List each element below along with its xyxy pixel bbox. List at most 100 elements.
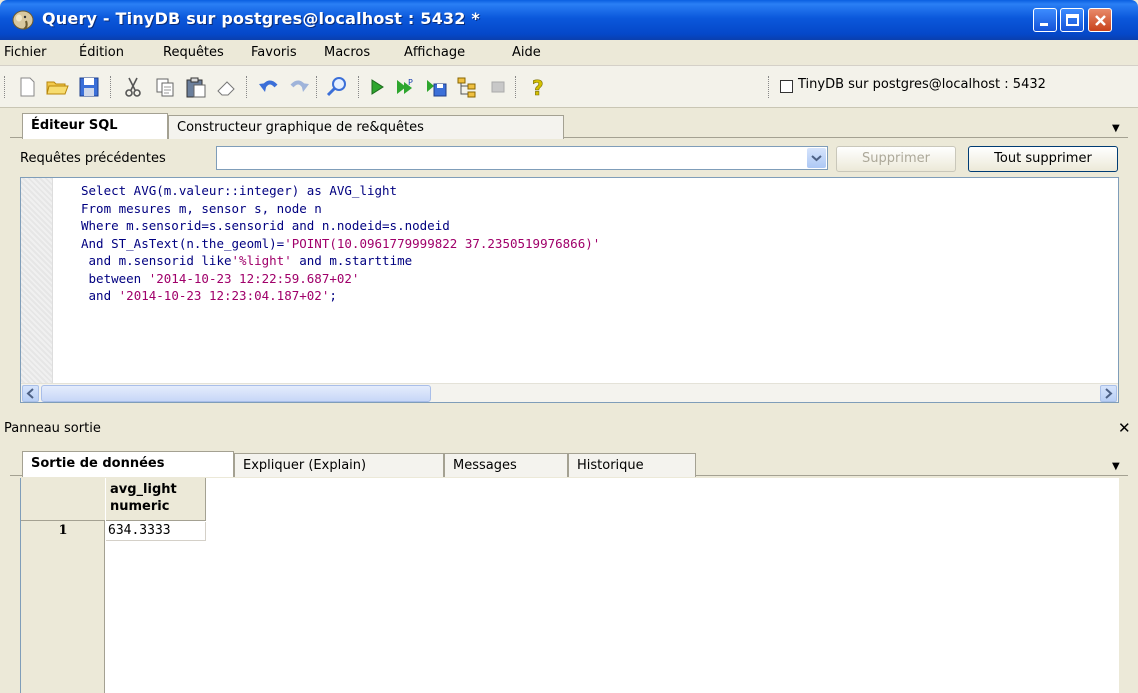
tab-list-arrow-icon[interactable]: ▼ bbox=[1112, 461, 1120, 472]
toolbar-separator bbox=[110, 76, 112, 98]
table-cell[interactable]: 634.3333 bbox=[106, 522, 206, 541]
results-grid[interactable]: avg_light numeric 1 634.3333 bbox=[20, 478, 1119, 693]
tab-graphical-query-builder[interactable]: Constructeur graphique de re&quêtes bbox=[168, 115, 564, 139]
toolbar-separator bbox=[246, 76, 248, 98]
row-number[interactable]: 1 bbox=[21, 522, 105, 541]
tab-data-output[interactable]: Sortie de données bbox=[22, 451, 234, 477]
tab-history[interactable]: Historique bbox=[568, 453, 696, 477]
find-button[interactable] bbox=[324, 74, 350, 100]
close-panel-icon[interactable]: ✕ bbox=[1118, 419, 1131, 437]
menu-requetes[interactable]: Requêtes bbox=[163, 45, 224, 60]
output-panel-label: Panneau sortie bbox=[4, 421, 101, 436]
sql-line-4: And ST_AsText(n.the_geoml)= bbox=[81, 235, 285, 251]
stop-icon bbox=[491, 81, 505, 93]
sql-line-6: between bbox=[81, 270, 149, 286]
column-type: numeric bbox=[110, 499, 170, 514]
delete-all-button[interactable]: Tout supprimer bbox=[968, 146, 1118, 172]
execute-pgscript-button[interactable]: P bbox=[394, 74, 420, 100]
scroll-right-button[interactable] bbox=[1100, 385, 1117, 402]
help-icon: ? bbox=[532, 76, 544, 101]
execute-to-file-button[interactable] bbox=[424, 74, 450, 100]
sql-string: '2014-10-23 12:22:59.687+02' bbox=[148, 270, 360, 286]
undo-button[interactable] bbox=[256, 74, 282, 100]
title-bar[interactable]: Query - TinyDB sur postgres@localhost : … bbox=[0, 0, 1138, 40]
close-window-button[interactable] bbox=[1088, 8, 1112, 32]
horizontal-scrollbar[interactable] bbox=[21, 383, 1118, 402]
play-icon bbox=[371, 79, 384, 95]
undo-icon bbox=[259, 80, 278, 92]
menu-fichier[interactable]: Fichier bbox=[4, 45, 47, 60]
open-button[interactable] bbox=[44, 74, 70, 100]
menu-edition[interactable]: Édition bbox=[79, 45, 124, 60]
scrollbar-thumb[interactable] bbox=[41, 385, 431, 402]
sql-line-1: Select AVG(m.valeur::integer) as AVG_lig… bbox=[81, 183, 398, 198]
toolbar-grip bbox=[768, 76, 770, 98]
clear-button[interactable] bbox=[213, 74, 239, 100]
previous-queries-select[interactable] bbox=[216, 146, 828, 170]
sql-line-5b: and m.starttime bbox=[291, 253, 413, 268]
connection-label[interactable]: TinyDB sur postgres@localhost : 5432 bbox=[798, 77, 1046, 92]
explain-button[interactable] bbox=[455, 74, 481, 100]
toolbar-separator bbox=[358, 76, 360, 98]
magnifier-icon bbox=[326, 77, 346, 97]
redo-icon bbox=[290, 80, 309, 92]
sql-string: '%light' bbox=[231, 253, 292, 268]
output-tabs: Sortie de données Expliquer (Explain) Me… bbox=[10, 450, 1128, 477]
paste-button[interactable] bbox=[183, 74, 209, 100]
menu-aide[interactable]: Aide bbox=[512, 45, 541, 60]
clipboard-icon bbox=[186, 77, 206, 98]
new-file-icon bbox=[20, 77, 35, 97]
editor-margin bbox=[21, 178, 53, 384]
scroll-left-button[interactable] bbox=[22, 385, 39, 402]
editor-tabs: Éditeur SQL Constructeur graphique de re… bbox=[10, 112, 1128, 139]
tab-messages[interactable]: Messages bbox=[444, 453, 568, 477]
toolbar-separator bbox=[515, 76, 517, 98]
execute-file-icon bbox=[427, 80, 447, 97]
redo-button[interactable] bbox=[286, 74, 312, 100]
column-name: avg_light bbox=[110, 482, 177, 497]
sql-code[interactable]: Select AVG(m.valeur::integer) as AVG_lig… bbox=[81, 182, 600, 305]
connection-checkbox[interactable] bbox=[780, 80, 793, 93]
sql-string: 'POINT(10.0961779999822 37.2350519976866… bbox=[284, 235, 601, 251]
sql-line-3: Where m.sensorid=s.sensorid and n.nodeid… bbox=[81, 218, 450, 233]
minimize-icon bbox=[1040, 23, 1048, 26]
sql-editor[interactable]: Select AVG(m.valeur::integer) as AVG_lig… bbox=[20, 177, 1119, 403]
column-header-avg-light[interactable]: avg_light numeric bbox=[106, 478, 206, 521]
minimize-button[interactable] bbox=[1033, 8, 1057, 32]
sql-string: '2014-10-23 12:23:04.187+02' bbox=[118, 288, 330, 303]
svg-text:?: ? bbox=[532, 76, 544, 100]
maximize-button[interactable] bbox=[1060, 8, 1084, 32]
menu-bar: Fichier Édition Requêtes Favoris Macros … bbox=[0, 40, 1138, 66]
execute-button[interactable] bbox=[364, 74, 390, 100]
menu-macros[interactable]: Macros bbox=[324, 45, 370, 60]
maximize-icon bbox=[1066, 14, 1079, 26]
toolbar: P ? TinyDB sur postgres@localhost : 5432 bbox=[0, 66, 1138, 108]
help-button[interactable]: ? bbox=[526, 74, 552, 101]
tab-explain[interactable]: Expliquer (Explain) bbox=[234, 453, 444, 477]
sql-line-7b: ; bbox=[329, 288, 337, 303]
toolbar-grip bbox=[4, 76, 6, 98]
save-icon bbox=[79, 77, 99, 97]
explain-icon bbox=[457, 77, 476, 98]
cut-button[interactable] bbox=[120, 74, 146, 100]
scissors-icon bbox=[125, 77, 141, 97]
menu-affichage[interactable]: Affichage bbox=[404, 45, 465, 60]
dropdown-arrow-icon[interactable] bbox=[807, 148, 826, 168]
elephant-app-icon bbox=[12, 10, 34, 30]
window-title: Query - TinyDB sur postgres@localhost : … bbox=[42, 9, 480, 28]
eraser-icon bbox=[217, 81, 235, 96]
menu-favoris[interactable]: Favoris bbox=[251, 45, 297, 60]
sql-line-5: and m.sensorid like bbox=[81, 253, 232, 268]
toolbar-separator bbox=[316, 76, 318, 98]
copy-button[interactable] bbox=[152, 74, 178, 100]
tab-sql-editor[interactable]: Éditeur SQL bbox=[22, 113, 168, 139]
tab-list-arrow-icon[interactable]: ▼ bbox=[1112, 123, 1120, 134]
delete-button[interactable]: Supprimer bbox=[836, 146, 956, 172]
close-icon bbox=[1095, 15, 1106, 26]
folder-open-icon bbox=[46, 81, 69, 95]
cancel-query-button[interactable] bbox=[485, 74, 511, 100]
copy-icon bbox=[156, 78, 174, 97]
save-button[interactable] bbox=[76, 74, 102, 100]
new-button[interactable] bbox=[14, 74, 40, 100]
grid-corner[interactable] bbox=[21, 478, 105, 521]
